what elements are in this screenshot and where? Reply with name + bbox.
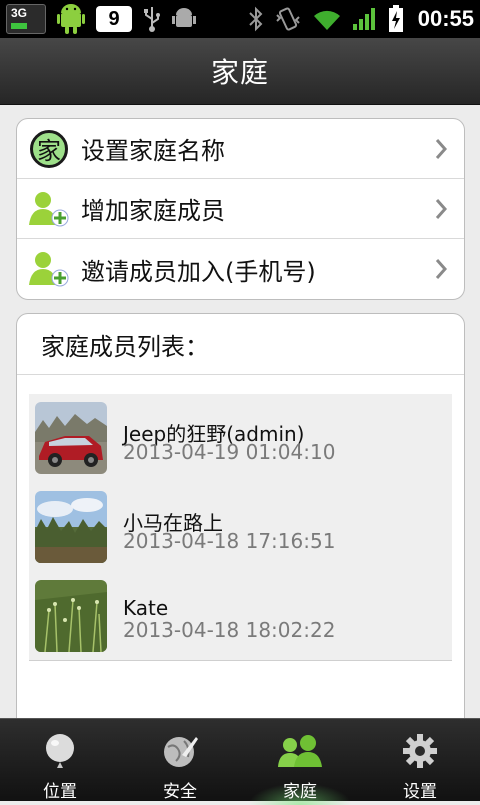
tab-family[interactable]: 家庭 bbox=[240, 719, 360, 805]
chevron-right-icon bbox=[434, 137, 448, 165]
gear-icon bbox=[402, 733, 438, 769]
debug-android-icon bbox=[172, 6, 196, 32]
status-clock: 00:55 bbox=[417, 6, 474, 31]
title-bar: 家庭 bbox=[0, 38, 480, 105]
status-bar: 3G 9 00:55 bbox=[0, 0, 480, 38]
member-row[interactable]: Kate 2013-04-18 18:02:22 bbox=[29, 572, 452, 660]
set-family-name-label: 设置家庭名称 bbox=[81, 137, 225, 165]
member-timestamp: 2013-04-18 18:02:22 bbox=[123, 618, 336, 642]
member-name: Kate bbox=[123, 596, 169, 620]
member-timestamp: 2013-04-19 01:04:10 bbox=[123, 440, 336, 464]
chevron-right-icon bbox=[434, 257, 448, 285]
network-type: 3G bbox=[11, 6, 28, 20]
bluetooth-icon bbox=[248, 6, 264, 32]
vibrate-icon bbox=[274, 6, 302, 32]
page-title: 家庭 bbox=[210, 56, 269, 89]
add-family-member-row[interactable]: 增加家庭成员 bbox=[17, 179, 464, 239]
family-members-card: 家庭成员列表： Jeep的狂野(admin) 2013-04-19 01:04:… bbox=[16, 313, 465, 745]
set-family-name-row[interactable]: 家 设置家庭名称 bbox=[17, 119, 464, 179]
family-icon bbox=[278, 733, 322, 769]
tab-location[interactable]: 位置 bbox=[0, 719, 120, 802]
tab-family-label: 家庭 bbox=[283, 782, 317, 802]
tab-security[interactable]: 安全 bbox=[120, 719, 240, 802]
family-menu-card: 家 设置家庭名称 增加家庭成员 邀请成员加入(手机号) bbox=[16, 118, 465, 300]
battery-charging-icon bbox=[388, 5, 404, 33]
usb-icon bbox=[142, 5, 162, 33]
wifi-icon bbox=[312, 7, 342, 31]
tab-settings-label: 设置 bbox=[403, 782, 437, 802]
signal-strength-icon bbox=[352, 7, 378, 31]
members-list: Jeep的狂野(admin) 2013-04-19 01:04:10 小马在路上… bbox=[29, 394, 452, 661]
member-row[interactable]: Jeep的狂野(admin) 2013-04-19 01:04:10 bbox=[29, 394, 452, 482]
chevron-right-icon bbox=[434, 197, 448, 225]
members-list-header: 家庭成员列表： bbox=[17, 314, 464, 375]
green-field-avatar bbox=[35, 580, 107, 652]
tab-security-label: 安全 bbox=[163, 782, 197, 802]
android-icon bbox=[56, 3, 86, 35]
tab-settings[interactable]: 设置 bbox=[360, 719, 480, 802]
invite-member-label: 邀请成员加入(手机号) bbox=[81, 257, 316, 286]
add-user-icon bbox=[27, 247, 71, 291]
member-row[interactable]: 小马在路上 2013-04-18 17:16:51 bbox=[29, 483, 452, 571]
balloon-icon bbox=[42, 733, 78, 769]
trees-sky-avatar bbox=[35, 491, 107, 563]
add-user-icon bbox=[27, 187, 71, 231]
home-char-icon: 家 bbox=[27, 127, 71, 171]
network-3g-icon: 3G bbox=[6, 4, 46, 34]
red-car-avatar bbox=[35, 402, 107, 474]
notification-count-badge: 9 bbox=[96, 6, 132, 32]
bottom-tab-bar: 位置 安全 家庭 设置 bbox=[0, 718, 480, 805]
add-family-member-label: 增加家庭成员 bbox=[81, 197, 225, 225]
home-char-glyph: 家 bbox=[30, 129, 68, 168]
member-timestamp: 2013-04-18 17:16:51 bbox=[123, 529, 336, 553]
invite-member-by-phone-row[interactable]: 邀请成员加入(手机号) bbox=[17, 239, 464, 299]
tab-location-label: 位置 bbox=[43, 782, 77, 802]
security-globe-icon bbox=[162, 733, 198, 769]
